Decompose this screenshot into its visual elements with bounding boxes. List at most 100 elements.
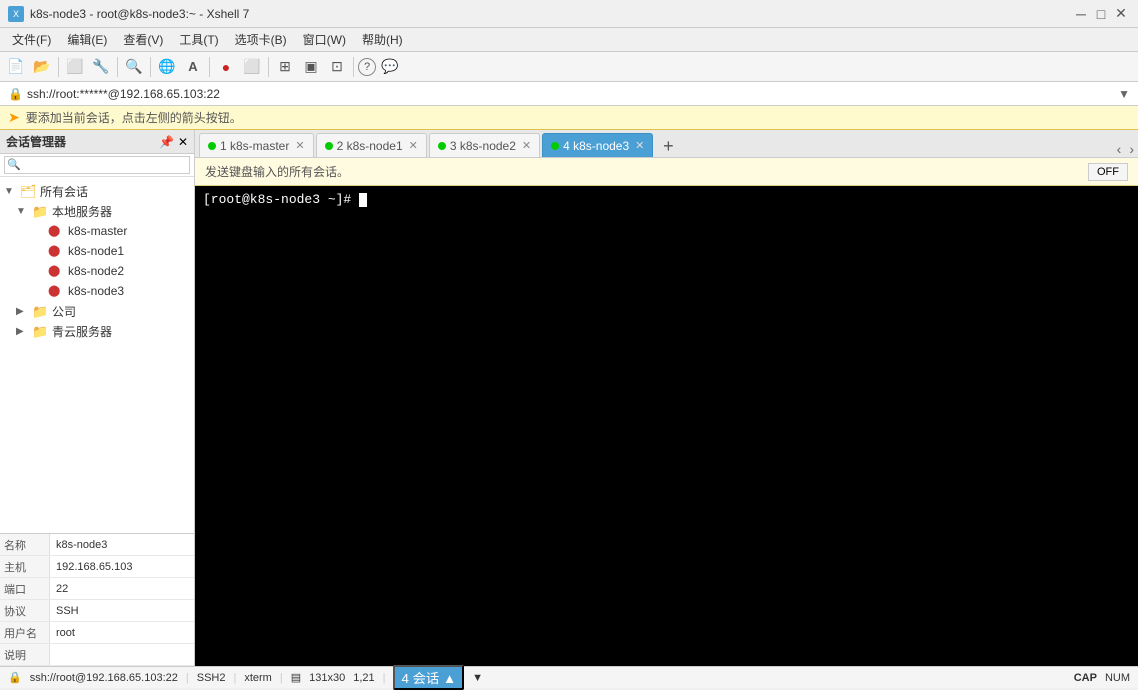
status-protocol: SSH2 bbox=[197, 672, 226, 684]
terminal-button[interactable]: ▣ bbox=[299, 55, 323, 79]
menu-item-窗口(W)[interactable]: 窗口(W) bbox=[295, 29, 354, 50]
close-button[interactable]: ✕ bbox=[1112, 5, 1130, 23]
search-toolbar-button[interactable]: 🔍 bbox=[122, 55, 146, 79]
properties-button[interactable]: 🔧 bbox=[89, 55, 113, 79]
sidebar-title: 会话管理器 bbox=[6, 133, 66, 150]
tab-close-button[interactable]: ✕ bbox=[409, 139, 418, 152]
sidebar-search-input[interactable] bbox=[4, 156, 190, 174]
notification-text: 要添加当前会话，点击左侧的箭头按钮。 bbox=[26, 109, 242, 126]
tree-label: 青云服务器 bbox=[52, 323, 112, 340]
folder-icon: 📁 bbox=[32, 324, 48, 338]
maximize-button[interactable]: □ bbox=[1092, 5, 1110, 23]
menu-item-文件(F)[interactable]: 文件(F) bbox=[4, 29, 59, 50]
sessions-folder-icon: 🗂 bbox=[20, 184, 36, 198]
tab-nav: ‹› bbox=[1113, 141, 1138, 157]
expand-icon: ▶ bbox=[16, 326, 30, 337]
prop-val: root bbox=[50, 622, 194, 643]
help-button[interactable]: ? bbox=[358, 58, 376, 76]
minimize-button[interactable]: ─ bbox=[1072, 5, 1090, 23]
red-button[interactable]: ● bbox=[214, 55, 238, 79]
cursor bbox=[359, 193, 367, 207]
tab-next-button[interactable]: › bbox=[1125, 141, 1138, 157]
title-bar-left: X k8s-node3 - root@k8s-node3:~ - Xshell … bbox=[8, 6, 249, 22]
sessions-text: 4 会话 bbox=[401, 671, 439, 686]
address-dropdown[interactable]: ▼ bbox=[1118, 87, 1130, 101]
tab-label: 2 k8s-node1 bbox=[337, 139, 403, 153]
server-icon: ⬤ bbox=[48, 264, 64, 278]
properties-panel: 名称 k8s-node3 主机 192.168.65.103 端口 22 协议 … bbox=[0, 533, 194, 666]
folder-icon: 📁 bbox=[32, 204, 48, 218]
lock-icon: 🔒 bbox=[8, 87, 23, 101]
server-icon: ⬤ bbox=[48, 244, 64, 258]
prop-val bbox=[50, 644, 194, 665]
menu-item-选项卡(B)[interactable]: 选项卡(B) bbox=[227, 29, 295, 50]
sidebar-close-icon[interactable]: ✕ bbox=[178, 135, 188, 149]
title-bar: X k8s-node3 - root@k8s-node3:~ - Xshell … bbox=[0, 0, 1138, 28]
tree-item-company[interactable]: ▶ 📁 公司 bbox=[0, 301, 194, 321]
font-button[interactable]: A bbox=[181, 55, 205, 79]
tree-item-k8s-node2[interactable]: ▼ ⬤ k8s-node2 bbox=[0, 261, 194, 281]
tree-item-k8s-node1[interactable]: ▼ ⬤ k8s-node1 bbox=[0, 241, 194, 261]
expand-button[interactable]: ⊡ bbox=[325, 55, 349, 79]
expand-icon: ▼ bbox=[16, 206, 30, 217]
tab-label: 1 k8s-master bbox=[220, 139, 289, 153]
status-term: xterm bbox=[244, 672, 272, 684]
menu-bar: 文件(F)编辑(E)查看(V)工具(T)选项卡(B)窗口(W)帮助(H) bbox=[0, 28, 1138, 52]
status-right: CAP NUM bbox=[1074, 672, 1130, 684]
prop-key: 名称 bbox=[0, 534, 50, 555]
globe-button[interactable]: 🌐 bbox=[155, 55, 179, 79]
open-button[interactable]: 📂 bbox=[30, 55, 54, 79]
folder-icon: 📁 bbox=[32, 304, 48, 318]
layout-button[interactable]: ⊞ bbox=[273, 55, 297, 79]
tree-label: 所有会话 bbox=[40, 183, 88, 200]
status-size-icon: ▤ bbox=[291, 671, 301, 684]
copy-button[interactable]: ⬜ bbox=[63, 55, 87, 79]
num-indicator: NUM bbox=[1105, 672, 1130, 684]
inner-tab-bar: 1 k8s-master✕2 k8s-node1✕3 k8s-node2✕4 k… bbox=[195, 130, 1138, 158]
tree-item-local-server[interactable]: ▼ 📁 本地服务器 bbox=[0, 201, 194, 221]
menu-item-帮助(H)[interactable]: 帮助(H) bbox=[354, 29, 411, 50]
new-session-button[interactable]: 📄 bbox=[4, 55, 28, 79]
toolbar: 📄 📂 ⬜ 🔧 🔍 🌐 A ● ⬜ ⊞ ▣ ⊡ ? 💬 bbox=[0, 52, 1138, 82]
prop-val: SSH bbox=[50, 600, 194, 621]
prop-row-username: 用户名 root bbox=[0, 622, 194, 644]
tab-4[interactable]: 4 k8s-node3✕ bbox=[542, 133, 653, 157]
window-controls: ─ □ ✕ bbox=[1072, 5, 1130, 23]
pin-icon[interactable]: 📌 bbox=[159, 135, 174, 149]
tree-item-k8s-node3[interactable]: ▼ ⬤ k8s-node3 bbox=[0, 281, 194, 301]
tab-prev-button[interactable]: ‹ bbox=[1113, 141, 1126, 157]
tab-1[interactable]: 1 k8s-master ✕ bbox=[199, 133, 314, 157]
tab-close-button[interactable]: ✕ bbox=[522, 139, 531, 152]
tree-item-all-sessions[interactable]: ▼ 🗂 所有会话 bbox=[0, 181, 194, 201]
arrow-icon: ➤ bbox=[8, 109, 20, 126]
terminal[interactable]: [root@k8s-node3 ~]# bbox=[195, 186, 1138, 666]
chat-button[interactable]: 💬 bbox=[378, 55, 402, 79]
notification-bar: ➤ 要添加当前会话，点击左侧的箭头按钮。 bbox=[0, 106, 1138, 130]
tab-close-button[interactable]: ✕ bbox=[635, 139, 644, 152]
sidebar-tree: ▼ 🗂 所有会话 ▼ 📁 本地服务器 ▼ ⬤ k8s-master bbox=[0, 177, 194, 533]
status-size: 131x30 bbox=[309, 672, 345, 684]
sep: | bbox=[233, 672, 236, 684]
send-to-all-button[interactable]: OFF bbox=[1088, 163, 1128, 181]
sessions-arrow: ▲ bbox=[443, 671, 456, 686]
green-button[interactable]: ⬜ bbox=[240, 55, 264, 79]
tab-label: 3 k8s-node2 bbox=[450, 139, 516, 153]
menu-item-工具(T)[interactable]: 工具(T) bbox=[171, 29, 226, 50]
menu-item-查看(V)[interactable]: 查看(V) bbox=[115, 29, 171, 50]
sidebar-controls: 📌 ✕ bbox=[159, 135, 188, 149]
tree-label: k8s-node1 bbox=[68, 244, 124, 258]
tree-label: 公司 bbox=[52, 303, 76, 320]
menu-item-编辑(E)[interactable]: 编辑(E) bbox=[59, 29, 115, 50]
tab-close-button[interactable]: ✕ bbox=[295, 139, 304, 152]
tab-2[interactable]: 2 k8s-node1 ✕ bbox=[316, 133, 427, 157]
tab-3[interactable]: 3 k8s-node2 ✕ bbox=[429, 133, 540, 157]
title-text: k8s-node3 - root@k8s-node3:~ - Xshell 7 bbox=[30, 7, 249, 21]
sessions-button[interactable]: 4 会话 ▲ bbox=[393, 665, 464, 690]
prop-row-port: 端口 22 bbox=[0, 578, 194, 600]
tree-item-qingyun[interactable]: ▶ 📁 青云服务器 bbox=[0, 321, 194, 341]
send-to-all-bar: 发送键盘输入的所有会话。 OFF bbox=[195, 158, 1138, 186]
sidebar-header: 会话管理器 📌 ✕ bbox=[0, 130, 194, 154]
tree-item-k8s-master[interactable]: ▼ ⬤ k8s-master bbox=[0, 221, 194, 241]
tab-dot bbox=[551, 142, 559, 150]
add-tab-button[interactable]: + bbox=[657, 135, 679, 157]
